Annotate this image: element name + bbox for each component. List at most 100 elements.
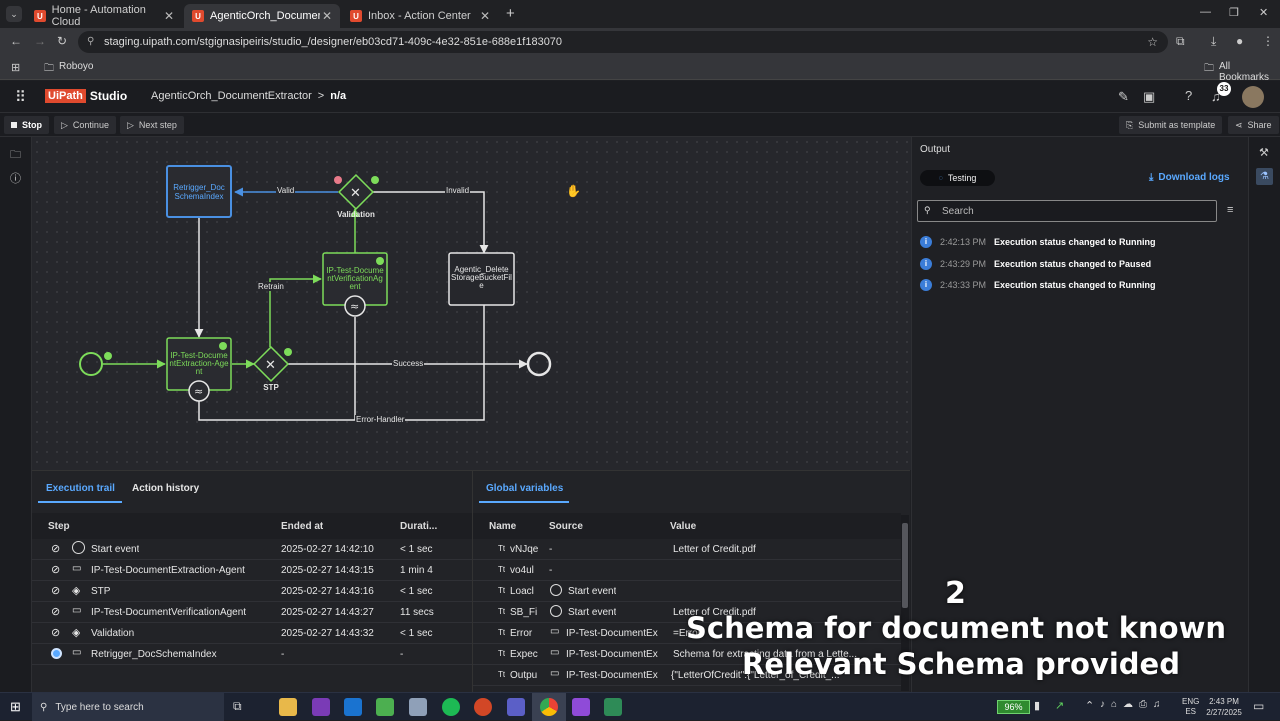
properties-icon[interactable]: ⚒ — [1259, 146, 1269, 159]
table-row[interactable]: ⊘ Start event 2025-02-27 14:42:10 < 1 se… — [32, 539, 472, 560]
next-step-button[interactable]: ▷ Next step — [120, 116, 184, 134]
close-icon[interactable]: ✕ — [322, 9, 332, 23]
spotify-icon[interactable] — [442, 698, 460, 716]
var-source: IP-Test-DocumentEx — [566, 628, 658, 639]
uipath-favicon-icon: U — [34, 10, 46, 22]
language-indicator[interactable]: ENG ES — [1182, 697, 1199, 717]
success-check-icon: ⊘ — [51, 543, 61, 555]
taskbar-search-input[interactable]: ⚲ Type here to search — [32, 693, 224, 721]
right-rail: ⚒ ⚗ — [1248, 137, 1280, 692]
minimize-icon[interactable]: — — [1200, 6, 1211, 18]
notification-center-icon[interactable]: ▭ — [1253, 699, 1264, 713]
process-canvas[interactable]: ≈ ≈ ✕ ✕ Retrigger_Doc SchemaIndex IP-Tes… — [32, 137, 911, 470]
all-bookmarks-button[interactable]: 🗀 All Bookmarks — [1204, 61, 1280, 83]
files-icon[interactable]: 🗀 — [10, 146, 21, 165]
column-header[interactable]: Ended at — [281, 521, 323, 532]
tray-overflow-icon[interactable]: ⌃ — [1085, 699, 1094, 712]
delete-label: Agentic_Delete StorageBucketFile — [451, 265, 512, 290]
continue-button[interactable]: ▷ Continue — [54, 116, 116, 134]
new-tab-icon[interactable]: + — [506, 5, 515, 22]
table-row[interactable]: ⊘ ◈ Validation 2025-02-27 14:43:32 < 1 s… — [32, 623, 472, 644]
language-code: ENG — [1182, 697, 1200, 706]
browser-tab-inbox[interactable]: U Inbox - Action Center ✕ — [342, 4, 498, 28]
brand-label: Studio — [89, 89, 128, 103]
share-button[interactable]: ⋖ Share — [1228, 116, 1279, 134]
log-entry[interactable]: i 2:43:29 PM Execution status changed to… — [920, 256, 1151, 272]
close-icon[interactable]: ✕ — [480, 9, 490, 23]
table-row[interactable]: Tt vNJqe - Letter of Credit.pdf — [473, 539, 901, 560]
stop-button[interactable]: Stop — [4, 116, 49, 134]
column-header[interactable]: Source — [549, 521, 583, 532]
errors-icon[interactable]: ⓘ — [10, 170, 21, 186]
windows-start-icon[interactable]: ⊞ — [10, 699, 21, 715]
store-icon[interactable]: ▣ — [1143, 89, 1155, 105]
close-icon[interactable]: ✕ — [164, 9, 174, 23]
help-icon[interactable]: ? — [1185, 88, 1192, 103]
column-header[interactable]: Value — [670, 521, 696, 532]
scrollbar-thumb[interactable] — [902, 523, 908, 608]
reload-icon[interactable]: ↻ — [57, 34, 67, 48]
site-info-icon[interactable]: ⚲ — [87, 31, 94, 53]
apps-icon[interactable]: ⊞ — [11, 61, 20, 74]
table-row[interactable]: ⊘ ◈ STP 2025-02-27 14:43:16 < 1 sec — [32, 581, 472, 602]
flow-invalid — [372, 191, 489, 254]
app-launcher-icon[interactable]: ⠿ — [15, 88, 26, 106]
profile-icon[interactable]: ● — [1236, 34, 1243, 48]
file-explorer-icon[interactable] — [279, 698, 297, 716]
back-icon[interactable]: ← — [10, 34, 22, 48]
avatar[interactable] — [1242, 86, 1264, 108]
breadcrumb-project[interactable]: AgenticOrch_DocumentExtractor — [151, 90, 312, 102]
browser-tab-home[interactable]: U Home - Automation Cloud ✕ — [26, 4, 182, 28]
url-field[interactable]: ⚲ staging.uipath.com/stgignasipeiris/stu… — [78, 31, 1168, 53]
notepad-icon[interactable] — [376, 698, 394, 716]
column-header[interactable]: Name — [489, 521, 516, 532]
powerpoint-icon[interactable] — [474, 698, 492, 716]
tray-icons[interactable]: ♪⌂☁⎙♫ — [1100, 699, 1167, 710]
table-row[interactable]: Tt vo4ul - — [473, 560, 901, 581]
table-row[interactable]: Tt Loacl Start event — [473, 581, 901, 602]
bookmark-folder-roboyo[interactable]: 🗀 Roboyo — [44, 61, 93, 78]
retrigger-label: Retrigger_Doc SchemaIndex — [173, 183, 225, 201]
filter-icon[interactable]: ≡ — [1227, 204, 1233, 216]
tab-search-icon[interactable]: ⌄ — [6, 6, 22, 22]
var-source: Start event — [568, 607, 617, 618]
table-row[interactable]: ⊘ ▭ IP-Test-DocumentVerificationAgent 20… — [32, 602, 472, 623]
play-icon: ▷ — [61, 119, 68, 130]
app-icon[interactable] — [604, 698, 622, 716]
restore-icon[interactable]: ❐ — [1229, 6, 1239, 19]
debug-icon[interactable]: ⚗ — [1256, 168, 1273, 185]
onenote-icon[interactable] — [312, 698, 330, 716]
feedback-icon[interactable]: ✎ — [1118, 89, 1129, 105]
browser-tab-designer[interactable]: U AgenticOrch_DocumentExtractor ✕ — [184, 4, 340, 28]
submit-template-button[interactable]: ⎘ Submit as template — [1119, 116, 1223, 134]
visual-studio-icon[interactable] — [572, 698, 590, 716]
bookmark-star-icon[interactable]: ☆ — [1147, 31, 1158, 53]
ended-at: 2025-02-27 14:43:16 — [281, 586, 374, 597]
extensions-icon[interactable]: ⧉ — [1176, 34, 1185, 49]
table-row[interactable]: ⊘ ▭ IP-Test-DocumentExtraction-Agent 202… — [32, 560, 472, 581]
duration: 11 secs — [400, 607, 434, 618]
chart-tray-icon[interactable]: ↗ — [1055, 699, 1064, 712]
app-icon[interactable] — [409, 698, 427, 716]
tab-global-variables[interactable]: Global variables — [486, 483, 563, 494]
log-entry[interactable]: i 2:42:13 PM Execution status changed to… — [920, 234, 1156, 250]
forward-icon[interactable]: → — [34, 34, 46, 48]
column-header[interactable]: Durati... — [400, 521, 437, 532]
clock[interactable]: 2:43 PM 2/27/2025 — [1205, 696, 1243, 718]
download-logs-button[interactable]: ⤓ Download logs — [1149, 172, 1230, 183]
log-entry[interactable]: i 2:43:33 PM Execution status changed to… — [920, 277, 1156, 293]
uipath-logo[interactable]: UiPath Studio — [45, 89, 127, 103]
download-icon[interactable]: ⤓ — [1211, 34, 1216, 49]
chrome-taskbar-item[interactable] — [532, 693, 566, 721]
column-header[interactable]: Step — [48, 521, 70, 532]
menu-icon[interactable]: ⋮ — [1262, 34, 1274, 48]
teams-icon[interactable] — [507, 698, 525, 716]
outlook-icon[interactable] — [344, 698, 362, 716]
tab-action-history[interactable]: Action history — [132, 483, 199, 494]
battery-indicator[interactable]: 96% — [997, 700, 1030, 714]
tab-execution-trail[interactable]: Execution trail — [46, 483, 115, 494]
search-input[interactable]: ⚲ Search — [917, 200, 1217, 222]
close-window-icon[interactable]: ✕ — [1259, 6, 1268, 19]
table-row[interactable]: ▭ Retrigger_DocSchemaIndex - - — [32, 644, 472, 665]
task-view-icon[interactable]: ⧉ — [233, 699, 242, 714]
